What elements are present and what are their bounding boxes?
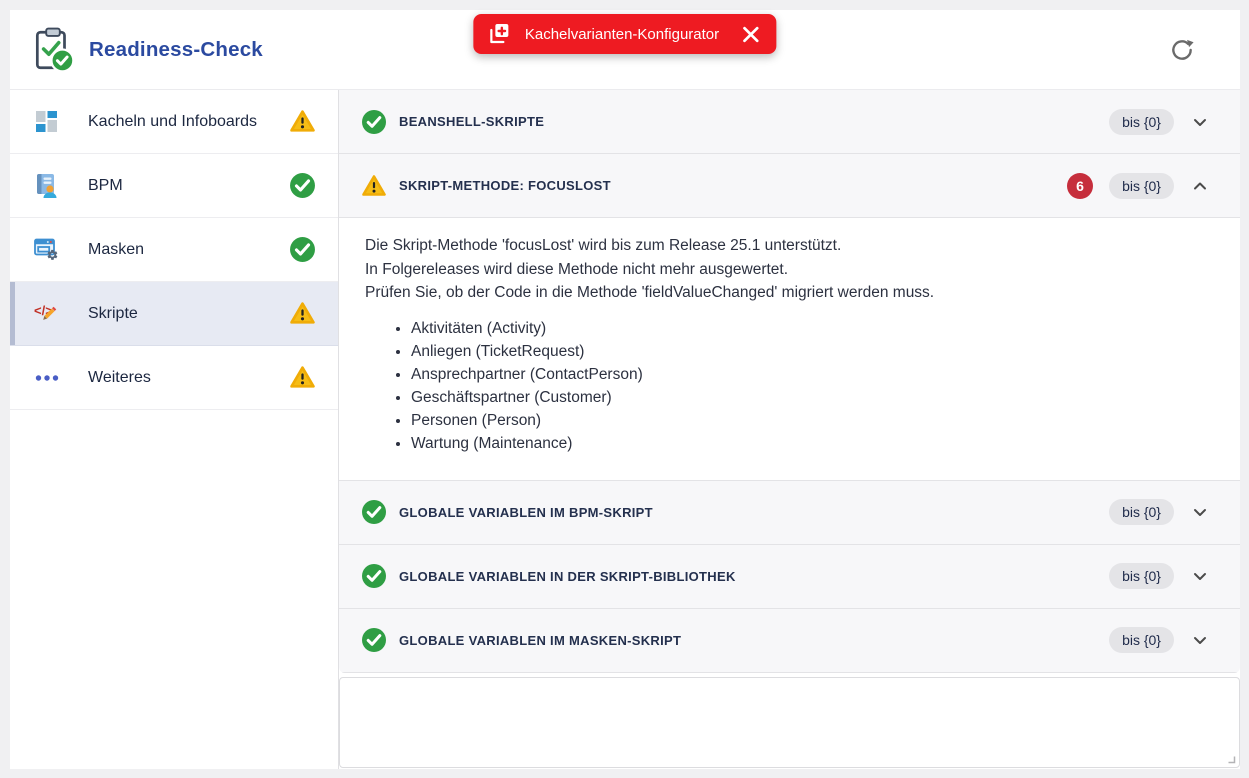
warning-triangle-icon bbox=[361, 173, 387, 199]
warning-triangle-icon bbox=[289, 108, 316, 135]
bis-badge: bis {0} bbox=[1109, 627, 1174, 653]
main-content: BEANSHELL-SKRIPTE bis {0} bbox=[339, 90, 1240, 769]
warning-triangle-icon bbox=[289, 300, 316, 327]
list-item: Personen (Person) bbox=[411, 409, 1212, 432]
sidebar-item-label: Kacheln und Infoboards bbox=[88, 113, 257, 131]
bis-badge: bis {0} bbox=[1109, 109, 1174, 135]
chevron-down-icon[interactable] bbox=[1190, 630, 1210, 650]
list-item: Aktivitäten (Activity) bbox=[411, 317, 1212, 340]
tiles-icon bbox=[32, 108, 62, 136]
bis-badge: bis {0} bbox=[1109, 563, 1174, 589]
kachelvarianten-banner[interactable]: Kachelvarianten-Konfigurator bbox=[473, 14, 776, 54]
sidebar-item-skripte[interactable]: </> Skripte bbox=[10, 282, 338, 346]
detail-paragraph: Prüfen Sie, ob der Code in die Methode '… bbox=[365, 281, 1212, 305]
section-title: BEANSHELL-SKRIPTE bbox=[399, 114, 544, 129]
sidebar-item-bpm[interactable]: BPM bbox=[10, 154, 338, 218]
code-pencil-icon: </> bbox=[32, 300, 62, 328]
check-circle-icon bbox=[361, 499, 387, 525]
chevron-down-icon[interactable] bbox=[1190, 112, 1210, 132]
detail-paragraph: In Folgereleases wird diese Methode nich… bbox=[365, 258, 1212, 282]
readiness-check-logo-icon bbox=[30, 27, 76, 73]
check-circle-icon bbox=[289, 172, 316, 199]
chevron-down-icon[interactable] bbox=[1190, 566, 1210, 586]
bis-badge: bis {0} bbox=[1109, 499, 1174, 525]
issue-count-badge: 6 bbox=[1067, 173, 1093, 199]
sidebar-item-label: Weiteres bbox=[88, 369, 151, 387]
list-item: Ansprechpartner (ContactPerson) bbox=[411, 363, 1212, 386]
focuslost-details: Die Skript-Methode 'focusLost' wird bis … bbox=[339, 218, 1240, 481]
ellipsis-icon bbox=[32, 364, 62, 392]
list-item: Geschäftspartner (Customer) bbox=[411, 386, 1212, 409]
book-person-icon bbox=[32, 172, 62, 200]
check-circle-icon bbox=[361, 109, 387, 135]
sidebar-item-kacheln-und-infoboards[interactable]: Kacheln und Infoboards bbox=[10, 90, 338, 154]
app-window: Readiness-Check Kacheln und Info bbox=[10, 10, 1240, 769]
section-title: GLOBALE VARIABLEN IM BPM-SKRIPT bbox=[399, 505, 653, 520]
check-circle-icon bbox=[361, 563, 387, 589]
check-circle-icon bbox=[361, 627, 387, 653]
warning-triangle-icon bbox=[289, 364, 316, 391]
chevron-down-icon[interactable] bbox=[1190, 502, 1210, 522]
sidebar-item-masken[interactable]: Masken bbox=[10, 218, 338, 282]
section-title: SKRIPT-METHODE: FOCUSLOST bbox=[399, 178, 611, 193]
window-gear-icon bbox=[32, 236, 62, 264]
affected-objects-list: Aktivitäten (Activity) Anliegen (TicketR… bbox=[365, 317, 1212, 455]
section-globale-variablen-bpm-skript[interactable]: GLOBALE VARIABLEN IM BPM-SKRIPT bis {0} bbox=[339, 481, 1240, 545]
banner-label: Kachelvarianten-Konfigurator bbox=[525, 26, 719, 43]
section-globale-variablen-masken-skript[interactable]: GLOBALE VARIABLEN IM MASKEN-SKRIPT bis {… bbox=[339, 609, 1240, 673]
sidebar-item-weiteres[interactable]: Weiteres bbox=[10, 346, 338, 410]
sidebar-item-label: BPM bbox=[88, 177, 123, 195]
page-title: Readiness-Check bbox=[89, 38, 263, 62]
bis-badge: bis {0} bbox=[1109, 173, 1174, 199]
list-item: Anliegen (TicketRequest) bbox=[411, 340, 1212, 363]
section-title: GLOBALE VARIABLEN IN DER SKRIPT-BIBLIOTH… bbox=[399, 569, 736, 584]
section-title: GLOBALE VARIABLEN IM MASKEN-SKRIPT bbox=[399, 633, 681, 648]
section-globale-variablen-skript-bibliothek[interactable]: GLOBALE VARIABLEN IN DER SKRIPT-BIBLIOTH… bbox=[339, 545, 1240, 609]
sidebar-item-label: Masken bbox=[88, 241, 144, 259]
sidebar: Kacheln und Infoboards bbox=[10, 90, 339, 769]
detail-paragraph: Die Skript-Methode 'focusLost' wird bis … bbox=[365, 234, 1212, 258]
chevron-up-icon[interactable] bbox=[1190, 176, 1210, 196]
readiness-accordion: BEANSHELL-SKRIPTE bis {0} bbox=[339, 90, 1240, 673]
copy-plus-icon bbox=[486, 21, 512, 47]
detail-panel bbox=[339, 677, 1240, 769]
sidebar-item-label: Skripte bbox=[88, 305, 138, 323]
resize-grip-icon[interactable] bbox=[1224, 752, 1236, 764]
section-beanshell-skripte[interactable]: BEANSHELL-SKRIPTE bis {0} bbox=[339, 90, 1240, 154]
close-icon[interactable] bbox=[741, 25, 760, 44]
section-skript-methode-focuslost[interactable]: SKRIPT-METHODE: FOCUSLOST 6 bis {0} bbox=[339, 154, 1240, 218]
refresh-icon[interactable] bbox=[1168, 36, 1196, 64]
check-circle-icon bbox=[289, 236, 316, 263]
list-item: Wartung (Maintenance) bbox=[411, 432, 1212, 455]
